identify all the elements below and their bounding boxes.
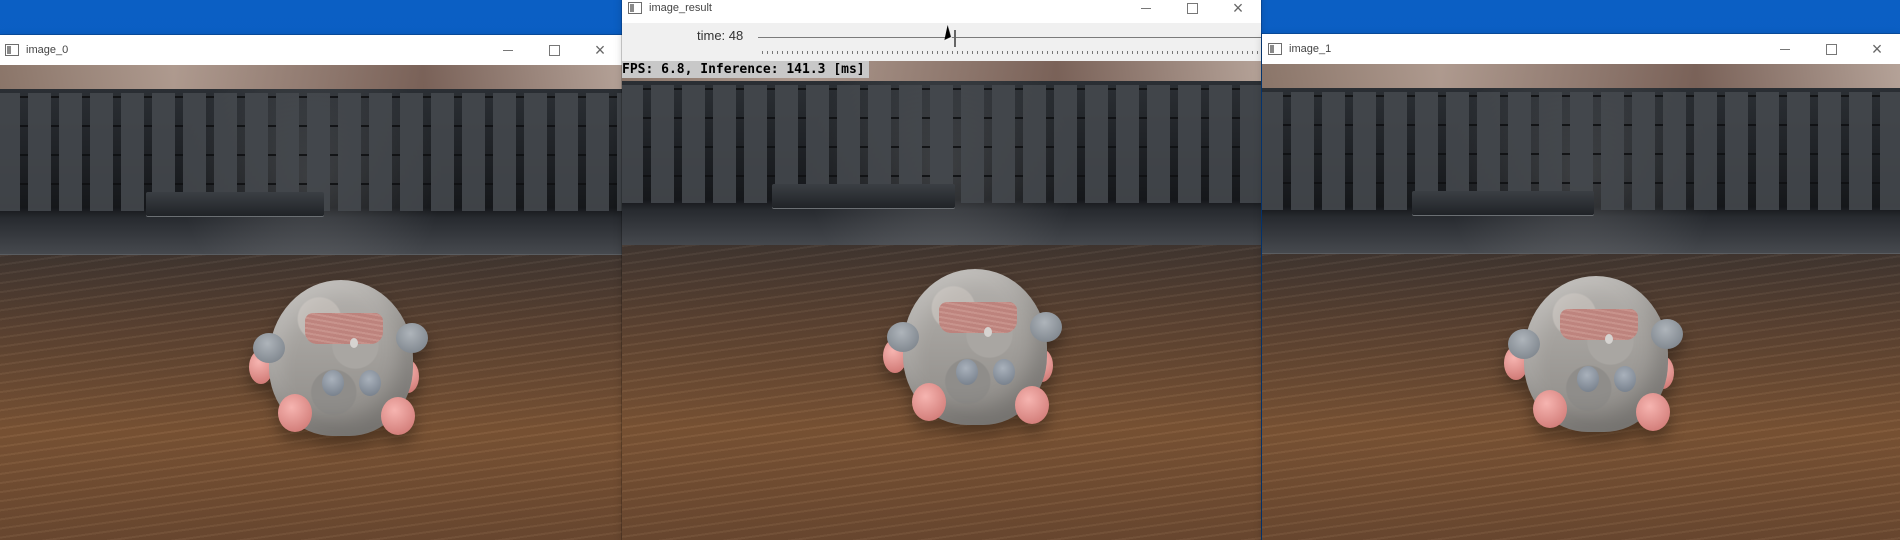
opencv-window-icon — [628, 2, 642, 14]
image-result-window-controls: × — [1123, 0, 1261, 23]
toy-wheel — [381, 397, 415, 435]
toy-ear — [253, 333, 285, 363]
image-0-title: image_0 — [26, 44, 69, 56]
camera-image-scene — [0, 65, 623, 540]
keyboard-spacebar — [1412, 191, 1594, 215]
image-result-titlebar[interactable]: image_result × — [622, 0, 1261, 23]
toy-eye — [1577, 366, 1599, 392]
image-0-canvas — [0, 65, 623, 540]
toy-wheel — [278, 394, 312, 432]
opencv-window-icon — [1268, 43, 1282, 55]
camera-image-scene — [1262, 64, 1900, 540]
time-trackbar[interactable] — [758, 25, 1261, 56]
image-1-window: image_1 × — [1262, 34, 1900, 540]
toy-wheel — [1533, 390, 1567, 428]
toy-ear — [1030, 312, 1062, 342]
toy-windshield — [939, 302, 1017, 333]
image-0-window-controls: × — [485, 35, 623, 65]
toy-wheel — [1636, 393, 1670, 431]
minimize-icon[interactable] — [1762, 34, 1808, 64]
keyboard-image — [622, 81, 1261, 251]
image-1-title: image_1 — [1289, 43, 1332, 55]
minimize-icon[interactable] — [1123, 0, 1169, 23]
keyboard-spacebar — [772, 184, 955, 208]
image-1-titlebar[interactable]: image_1 × — [1262, 34, 1900, 64]
toy-wheel — [1015, 386, 1049, 424]
trackbar-thumb[interactable] — [954, 30, 956, 47]
toy-eye — [993, 359, 1015, 385]
plush-car-toy — [883, 260, 1067, 436]
image-result-window: image_result × time: 48 FPS: 6.8, Infere… — [622, 0, 1261, 540]
keyboard-image — [0, 89, 623, 259]
toy-eye — [322, 370, 344, 396]
toy-ear — [887, 322, 919, 352]
toy-eye — [359, 370, 381, 396]
keyboard-image — [1262, 88, 1900, 258]
toy-light-spot — [984, 327, 992, 337]
image-result-canvas: time: 48 FPS: 6.8, Inference: 141.3 [ms] — [622, 23, 1261, 540]
maximize-icon[interactable] — [531, 35, 577, 65]
toy-windshield — [305, 313, 383, 344]
toy-eye — [1614, 366, 1636, 392]
toy-ear — [1508, 329, 1540, 359]
plush-car-toy — [249, 271, 433, 447]
image-0-window: image_0 × — [0, 35, 623, 540]
maximize-icon[interactable] — [1169, 0, 1215, 23]
trackbar-ticks — [762, 51, 1261, 54]
toy-windshield — [1560, 309, 1638, 340]
toy-light-spot — [350, 338, 358, 348]
toy-ear — [396, 323, 428, 353]
image-1-canvas — [1262, 64, 1900, 540]
close-icon[interactable]: × — [577, 35, 623, 65]
plush-car-toy — [1504, 267, 1688, 443]
opencv-window-icon — [5, 44, 19, 56]
desktop: image_0 × image_result × time: 48 FPS: 6… — [0, 0, 1900, 540]
toy-eye — [956, 359, 978, 385]
maximize-icon[interactable] — [1808, 34, 1854, 64]
time-trackbar-panel: time: 48 — [622, 23, 1261, 62]
trackbar-line[interactable] — [758, 37, 1261, 38]
image-result-title: image_result — [649, 2, 712, 14]
fps-inference-overlay: FPS: 6.8, Inference: 141.3 [ms] — [622, 61, 869, 78]
result-camera-image-scene — [622, 61, 1261, 540]
toy-light-spot — [1605, 334, 1613, 344]
minimize-icon[interactable] — [485, 35, 531, 65]
toy-wheel — [912, 383, 946, 421]
toy-ear — [1651, 319, 1683, 349]
close-icon[interactable]: × — [1854, 34, 1900, 64]
keyboard-spacebar — [145, 192, 324, 216]
image-0-titlebar[interactable]: image_0 × — [0, 35, 623, 65]
time-trackbar-label: time: 48 — [697, 28, 744, 43]
image-1-window-controls: × — [1762, 34, 1900, 64]
close-icon[interactable]: × — [1215, 0, 1261, 23]
